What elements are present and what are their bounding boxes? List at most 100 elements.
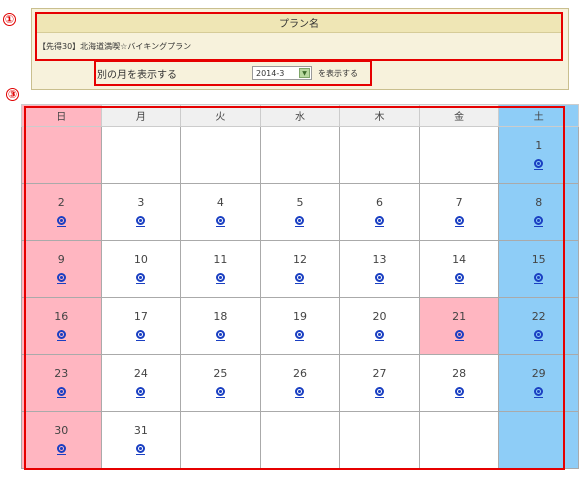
calendar-day-cell[interactable]: 29 bbox=[498, 354, 579, 412]
double-circle-icon[interactable] bbox=[136, 273, 146, 282]
marker-1: ① bbox=[3, 13, 16, 26]
calendar-day-cell[interactable]: 26 bbox=[259, 354, 341, 412]
calendar-day-cell[interactable]: 27 bbox=[339, 354, 420, 412]
availability-link[interactable] bbox=[454, 330, 464, 341]
day-number: 13 bbox=[372, 253, 387, 266]
calendar-day-cell[interactable]: 4 bbox=[180, 183, 261, 241]
double-circle-icon[interactable] bbox=[375, 387, 385, 396]
availability-link[interactable] bbox=[375, 330, 385, 341]
calendar-day-cell[interactable]: 9 bbox=[21, 240, 102, 298]
availability-link[interactable] bbox=[136, 273, 146, 284]
calendar-day-cell[interactable]: 12 bbox=[259, 240, 341, 298]
double-circle-icon[interactable] bbox=[215, 273, 225, 282]
availability-link[interactable] bbox=[136, 387, 146, 398]
chevron-down-icon[interactable]: ▼ bbox=[299, 68, 310, 78]
calendar-day-cell[interactable]: 11 bbox=[180, 240, 261, 298]
calendar-day-cell[interactable]: 28 bbox=[418, 354, 500, 412]
availability-link[interactable] bbox=[375, 273, 385, 284]
availability-link[interactable] bbox=[295, 330, 305, 341]
calendar-day-cell[interactable]: 22 bbox=[498, 297, 579, 355]
calendar-day-cell[interactable]: 18 bbox=[180, 297, 261, 355]
double-circle-icon[interactable] bbox=[454, 273, 464, 282]
double-circle-icon[interactable] bbox=[215, 387, 225, 396]
double-circle-icon[interactable] bbox=[136, 330, 146, 339]
availability-link[interactable] bbox=[295, 387, 305, 398]
availability-link[interactable] bbox=[454, 216, 464, 227]
calendar-day-cell[interactable]: 23 bbox=[21, 354, 102, 412]
availability-link[interactable] bbox=[454, 273, 464, 284]
double-circle-icon[interactable] bbox=[56, 273, 66, 282]
availability-link[interactable] bbox=[56, 444, 66, 455]
double-circle-icon[interactable] bbox=[295, 387, 305, 396]
availability-link[interactable] bbox=[534, 159, 544, 170]
availability-link[interactable] bbox=[215, 387, 225, 398]
double-circle-icon[interactable] bbox=[56, 387, 66, 396]
double-circle-icon[interactable] bbox=[454, 330, 464, 339]
double-circle-icon[interactable] bbox=[136, 216, 146, 225]
double-circle-icon[interactable] bbox=[295, 330, 305, 339]
availability-link[interactable] bbox=[215, 330, 225, 341]
double-circle-icon[interactable] bbox=[375, 330, 385, 339]
double-circle-icon[interactable] bbox=[534, 159, 544, 168]
double-circle-icon[interactable] bbox=[375, 216, 385, 225]
availability-link[interactable] bbox=[534, 216, 544, 227]
availability-link[interactable] bbox=[56, 273, 66, 284]
calendar-day-cell[interactable]: 7 bbox=[418, 183, 500, 241]
calendar-day-cell[interactable]: 2 bbox=[21, 183, 102, 241]
double-circle-icon[interactable] bbox=[56, 330, 66, 339]
calendar-day-cell[interactable]: 13 bbox=[339, 240, 420, 298]
calendar-day-cell[interactable]: 24 bbox=[100, 354, 182, 412]
calendar-day-cell[interactable]: 6 bbox=[339, 183, 420, 241]
day-number: 3 bbox=[137, 196, 145, 209]
day-number: 19 bbox=[292, 310, 307, 323]
calendar-day-cell[interactable]: 5 bbox=[259, 183, 341, 241]
availability-link[interactable] bbox=[375, 387, 385, 398]
availability-link[interactable] bbox=[295, 216, 305, 227]
double-circle-icon[interactable] bbox=[534, 273, 544, 282]
double-circle-icon[interactable] bbox=[454, 387, 464, 396]
double-circle-icon[interactable] bbox=[534, 387, 544, 396]
availability-link[interactable] bbox=[215, 273, 225, 284]
calendar-day-cell[interactable]: 1 bbox=[498, 126, 579, 184]
calendar-day-cell[interactable]: 8 bbox=[498, 183, 579, 241]
calendar-day-cell[interactable]: 10 bbox=[100, 240, 182, 298]
availability-link[interactable] bbox=[56, 330, 66, 341]
calendar-day-cell bbox=[259, 411, 341, 469]
month-select[interactable]: 2014-3 ▼ bbox=[252, 66, 312, 80]
availability-link[interactable] bbox=[534, 387, 544, 398]
calendar-day-cell[interactable]: 30 bbox=[21, 411, 102, 469]
calendar-day-cell[interactable]: 17 bbox=[100, 297, 182, 355]
double-circle-icon[interactable] bbox=[375, 273, 385, 282]
availability-link[interactable] bbox=[534, 273, 544, 284]
calendar-day-cell[interactable]: 16 bbox=[21, 297, 102, 355]
availability-link[interactable] bbox=[215, 216, 225, 227]
availability-link[interactable] bbox=[534, 330, 544, 341]
double-circle-icon[interactable] bbox=[136, 444, 146, 453]
double-circle-icon[interactable] bbox=[56, 216, 66, 225]
calendar-day-cell[interactable]: 3 bbox=[100, 183, 182, 241]
calendar-day-cell[interactable]: 21 bbox=[418, 297, 500, 355]
calendar-day-cell[interactable]: 31 bbox=[100, 411, 182, 469]
double-circle-icon[interactable] bbox=[215, 330, 225, 339]
availability-link[interactable] bbox=[454, 387, 464, 398]
calendar-day-cell[interactable]: 15 bbox=[498, 240, 579, 298]
calendar-day-cell[interactable]: 14 bbox=[418, 240, 500, 298]
calendar-day-cell[interactable]: 25 bbox=[180, 354, 261, 412]
double-circle-icon[interactable] bbox=[534, 330, 544, 339]
availability-link[interactable] bbox=[56, 387, 66, 398]
double-circle-icon[interactable] bbox=[136, 387, 146, 396]
double-circle-icon[interactable] bbox=[454, 216, 464, 225]
availability-link[interactable] bbox=[56, 216, 66, 227]
double-circle-icon[interactable] bbox=[295, 273, 305, 282]
double-circle-icon[interactable] bbox=[215, 216, 225, 225]
calendar-day-cell[interactable]: 20 bbox=[339, 297, 420, 355]
double-circle-icon[interactable] bbox=[534, 216, 544, 225]
availability-link[interactable] bbox=[295, 273, 305, 284]
availability-link[interactable] bbox=[136, 216, 146, 227]
calendar-day-cell[interactable]: 19 bbox=[259, 297, 341, 355]
availability-link[interactable] bbox=[375, 216, 385, 227]
availability-link[interactable] bbox=[136, 444, 146, 455]
double-circle-icon[interactable] bbox=[56, 444, 66, 453]
double-circle-icon[interactable] bbox=[295, 216, 305, 225]
availability-link[interactable] bbox=[136, 330, 146, 341]
